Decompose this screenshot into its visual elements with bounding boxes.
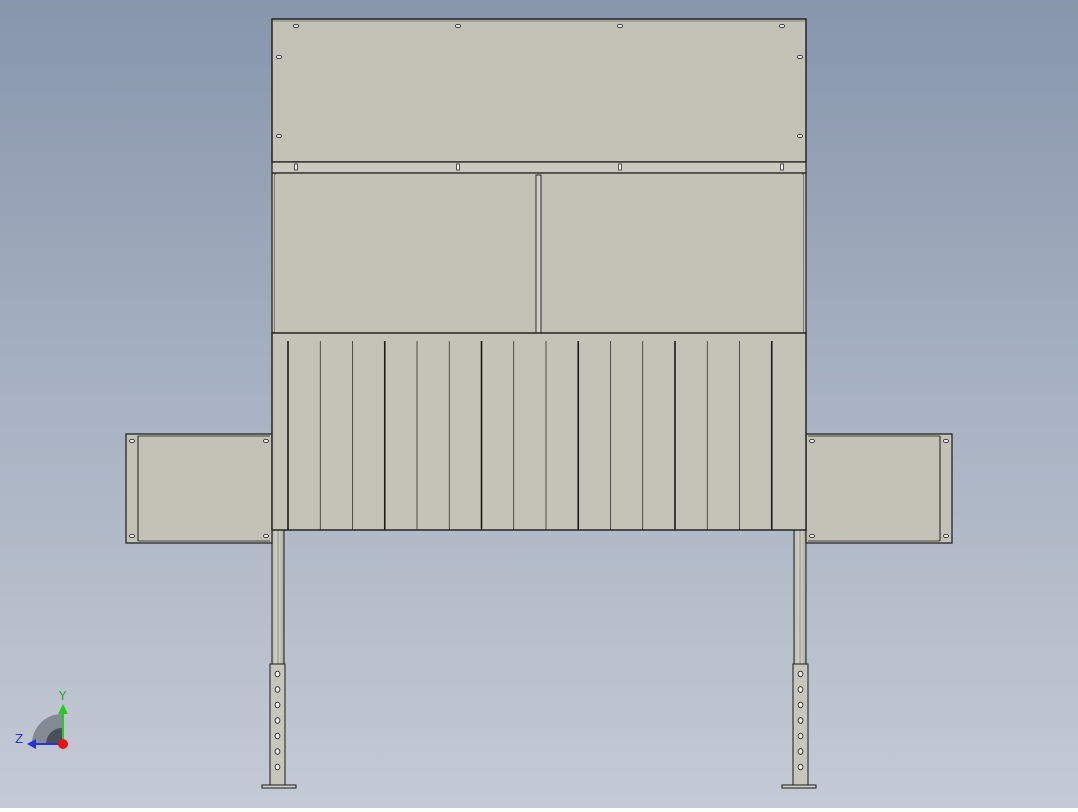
y-axis-arrowhead: [58, 704, 68, 714]
right-side-panel[interactable]: [805, 433, 953, 544]
left-leg-foot: [261, 784, 297, 789]
adjust-hole: [274, 686, 281, 693]
rail-body: [271, 161, 807, 174]
right-leg[interactable]: [781, 529, 817, 789]
cad-graphics-viewport[interactable]: Y Z: [0, 0, 1078, 808]
screw-icon: [797, 133, 804, 138]
middle-panel-section[interactable]: [271, 172, 807, 334]
left-side-panel[interactable]: [125, 433, 273, 544]
adjust-hole: [797, 748, 804, 755]
screw-icon: [275, 55, 282, 60]
bolt-icon: [780, 163, 784, 171]
adjust-hole: [274, 701, 281, 709]
model-view[interactable]: Y Z: [0, 0, 1078, 808]
adjust-hole: [274, 717, 281, 724]
y-axis-label: Y: [58, 689, 67, 703]
screw-icon: [779, 23, 786, 28]
bolt-icon: [294, 163, 298, 171]
x-axis-point: [58, 739, 68, 749]
right-leg-foot: [781, 784, 817, 789]
right-side-panel-body: [805, 433, 953, 544]
adjust-hole: [797, 732, 804, 740]
screw-icon: [454, 23, 461, 28]
screw-icon: [797, 55, 804, 60]
left-leg[interactable]: [261, 529, 297, 789]
screw-icon: [292, 23, 299, 28]
louver-frame: [271, 332, 807, 531]
left-side-panel-body: [125, 433, 273, 544]
top-cover-body: [271, 18, 807, 163]
right-door-panel[interactable]: [541, 175, 803, 333]
adjust-hole: [797, 670, 804, 678]
adjust-hole: [797, 717, 804, 724]
screw-icon: [617, 23, 624, 28]
adjust-hole: [797, 686, 804, 693]
center-mullion: [535, 174, 542, 334]
left-door-panel[interactable]: [275, 175, 536, 333]
z-axis-arrowhead: [27, 739, 36, 749]
z-axis-label: Z: [15, 732, 23, 746]
top-cover-panel[interactable]: [271, 18, 807, 163]
adjust-hole: [274, 763, 281, 771]
bolt-icon: [618, 163, 622, 171]
louver-section[interactable]: [271, 332, 807, 531]
adjust-hole: [274, 732, 281, 740]
adjust-hole: [274, 748, 281, 755]
orientation-triad[interactable]: Y Z: [15, 689, 68, 749]
screw-icon: [275, 133, 282, 138]
adjust-hole: [274, 670, 281, 678]
bolt-icon: [456, 163, 460, 171]
adjust-hole: [797, 763, 804, 771]
adjust-hole: [797, 701, 804, 709]
